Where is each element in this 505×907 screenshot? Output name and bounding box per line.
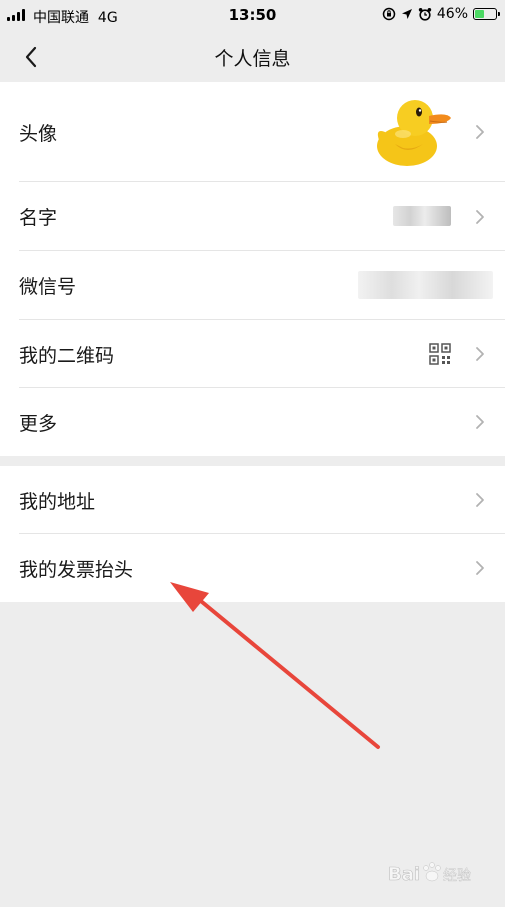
watermark-text: 经验 (443, 868, 471, 884)
baidu-logo: Bai 经验 (388, 862, 471, 885)
annotation-arrow (170, 582, 380, 749)
svg-text:Bai: Bai (388, 864, 420, 885)
baidu-watermark: Bai 经验 (388, 856, 500, 892)
